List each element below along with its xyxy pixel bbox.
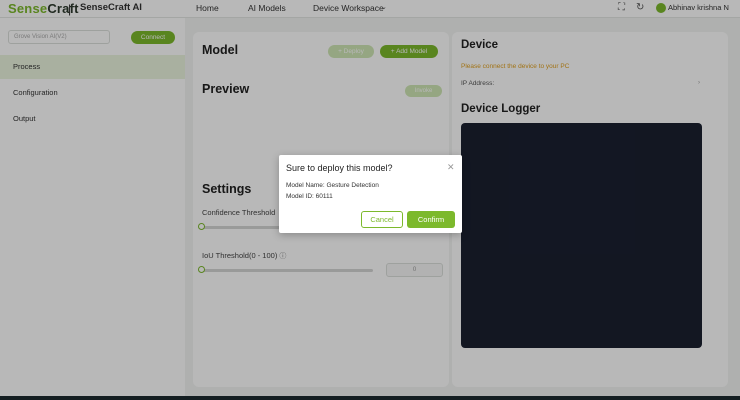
close-icon[interactable]: ✕ <box>447 162 455 173</box>
dialog-title: Sure to deploy this model? <box>286 163 393 173</box>
model-name-text: Model Name: Gesture Detection <box>286 182 379 189</box>
deploy-confirm-dialog: Sure to deploy this model? ✕ Model Name:… <box>279 155 462 233</box>
model-id-text: Model ID: 60111 <box>286 193 333 200</box>
confirm-button[interactable]: Confirm <box>407 211 455 228</box>
cancel-button[interactable]: Cancel <box>361 211 403 228</box>
